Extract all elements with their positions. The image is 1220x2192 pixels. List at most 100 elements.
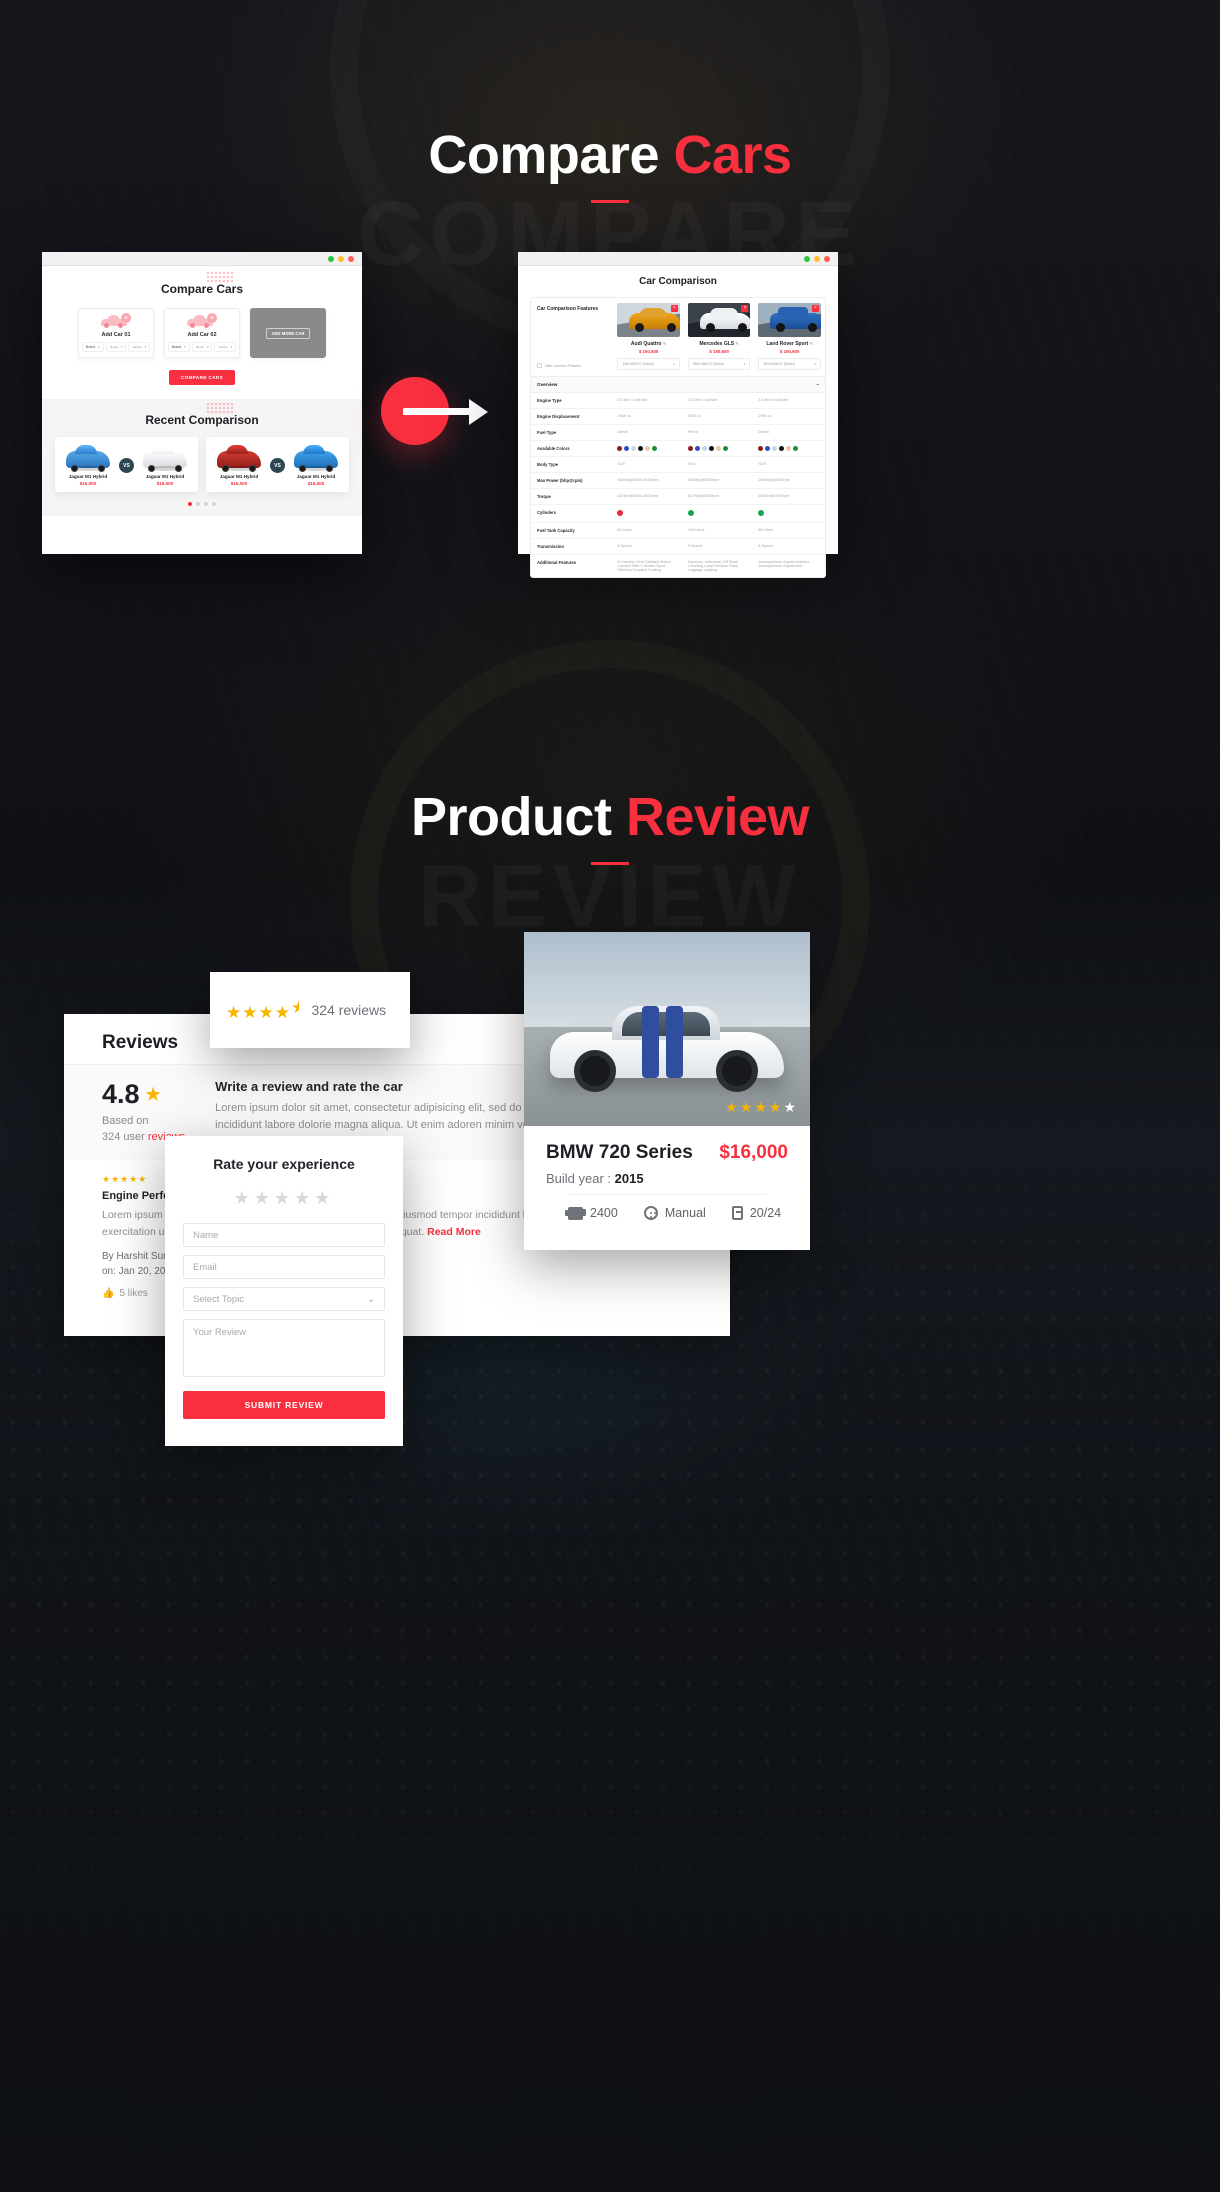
email-field[interactable]: Email <box>183 1255 385 1279</box>
color-swatch[interactable] <box>758 446 764 451</box>
recent-comparison-card[interactable]: Jaguar M1 Hybrid $16,000 VS Jaguar M1 Hy… <box>55 437 198 492</box>
car-card-info: BMW 720 Series $16,000 Build year : 2015… <box>524 1126 810 1250</box>
comparison-row-value <box>613 441 684 456</box>
color-swatch[interactable] <box>701 446 707 451</box>
carousel-dot[interactable] <box>204 502 208 506</box>
variant-select[interactable]: 350d 4MATIC (Diesel) ▾ <box>687 358 751 370</box>
car-name: Jaguar M1 Hybrid <box>145 474 185 479</box>
window-yellow-dot[interactable] <box>338 256 344 262</box>
car-comparison-mockup[interactable]: Car Comparison Car Comparison Features H… <box>518 252 838 578</box>
compare-section-title: Compare Cars <box>0 128 1220 203</box>
remove-car-icon[interactable]: × <box>811 305 819 312</box>
add-more-car-slot[interactable]: ADD MORE CAR <box>250 308 326 358</box>
color-swatch[interactable] <box>779 446 785 451</box>
carousel-pagination[interactable] <box>52 502 352 506</box>
comparison-row: Max Power (bhp@rpm) 448bhp@5000-6000rpm 54… <box>531 473 825 489</box>
car-name: Jaguar M1 Hybrid <box>219 474 259 479</box>
color-swatch[interactable] <box>793 446 799 451</box>
model-select-1[interactable]: Model ▾ <box>105 341 127 352</box>
section-row-label: Overview <box>537 382 558 387</box>
browser-titlebar <box>518 252 838 266</box>
name-field[interactable]: Name <box>183 1223 385 1247</box>
fuel-icon <box>731 1206 743 1220</box>
color-swatch[interactable] <box>765 446 771 451</box>
variant-select-2[interactable]: Variant ▾ <box>214 341 237 352</box>
comparison-row: Fuel Type Diesel Petrol Diesel <box>531 425 825 441</box>
comparison-row-value: Petrol <box>687 430 698 434</box>
color-swatch[interactable] <box>624 446 630 451</box>
review-textarea[interactable]: Your Review <box>183 1319 385 1377</box>
comparison-row-value: 8 Speed <box>758 544 773 548</box>
edit-icon[interactable]: ✎ <box>810 341 813 346</box>
color-swatch[interactable] <box>645 446 651 451</box>
flag-dots-icon <box>206 402 234 415</box>
window-yellow-dot[interactable] <box>814 256 820 262</box>
car-hero-image: ★★★★★ <box>524 932 810 1126</box>
add-car-slot-2[interactable]: + Add Car 02 Brand ▾ Model ▾ Variant ▾ <box>164 308 240 358</box>
car-photo: × <box>758 303 821 337</box>
color-swatch[interactable] <box>631 446 637 451</box>
compare-cars-mockup[interactable]: Compare Cars + Add Car 01 Brand ▾ Model ▾ … <box>42 252 362 554</box>
carousel-dot-active[interactable] <box>188 502 192 506</box>
color-swatch[interactable] <box>772 446 778 451</box>
color-swatch[interactable] <box>722 446 728 451</box>
car-photo: × <box>687 303 751 337</box>
comparison-table: Car Comparison Features Hide Common Feat… <box>530 297 826 578</box>
comparison-row-value: 600Nm@2000rpm <box>758 494 790 498</box>
window-controls[interactable] <box>328 256 354 262</box>
car-price: $ 150,600 <box>638 349 659 354</box>
add-car-slot-1[interactable]: + Add Car 01 Brand ▾ Model ▾ Variant ▾ <box>78 308 154 358</box>
color-swatch[interactable] <box>652 446 658 451</box>
collapse-icon[interactable]: − <box>816 382 819 387</box>
carousel-dot[interactable] <box>196 502 200 506</box>
compare-cars-button[interactable]: COMPARE CARS <box>168 370 236 385</box>
comparison-row-label: Additional Features <box>537 560 577 565</box>
rating-summary-card: ★★★★★ 324 reviews <box>210 972 410 1048</box>
comparison-row-value: SUV <box>758 462 767 466</box>
color-swatch[interactable] <box>786 446 792 451</box>
car-spec-transmission: Manual <box>643 1206 706 1220</box>
brand-select-1[interactable]: Brand ▾ <box>81 341 104 352</box>
variant-select[interactable]: 350d 4MATIC (Diesel) ▾ <box>758 358 821 370</box>
comparison-car-1: × Audi Quattro ✎ $ 150,600 350d 4MATIC (… <box>613 298 684 376</box>
submit-review-button[interactable]: SUBMIT REVIEW <box>183 1391 385 1419</box>
color-swatch[interactable] <box>708 446 714 451</box>
window-red-dot[interactable] <box>348 256 354 262</box>
topic-select[interactable]: Select Topic ⌄ <box>183 1287 385 1311</box>
color-swatch[interactable] <box>687 446 693 451</box>
read-more-link[interactable]: Read More <box>427 1226 481 1238</box>
car-comparison-heading: Car Comparison <box>639 276 717 287</box>
comparison-row-value: 2.0 litre 4 cylinder <box>617 398 648 402</box>
window-controls[interactable] <box>804 256 830 262</box>
carousel-dot[interactable] <box>212 502 216 506</box>
window-red-dot[interactable] <box>824 256 830 262</box>
browser-titlebar <box>42 252 362 266</box>
comparison-section-row[interactable]: Overview − <box>531 377 825 393</box>
color-swatch[interactable] <box>694 446 700 451</box>
compare-cars-top: Compare Cars + Add Car 01 Brand ▾ Model ▾ … <box>42 266 362 399</box>
variant-select[interactable]: 350d 4MATIC (Diesel) ▴ <box>617 358 680 370</box>
color-swatch[interactable] <box>638 446 644 451</box>
brand-select-2[interactable]: Brand ▾ <box>167 341 190 352</box>
model-select-2[interactable]: Model ▾ <box>191 341 213 352</box>
rate-form-heading: Rate your experience <box>213 1156 355 1172</box>
variant-select-1[interactable]: Variant ▾ <box>128 341 151 352</box>
remove-car-icon[interactable]: × <box>741 305 749 312</box>
engine-icon <box>565 1206 586 1220</box>
edit-icon[interactable]: ✎ <box>736 341 739 346</box>
hide-common-features-checkbox[interactable]: Hide Common Features <box>537 363 607 368</box>
edit-icon[interactable]: ✎ <box>663 341 666 346</box>
rate-stars-input[interactable]: ★★★★★ <box>183 1188 385 1209</box>
comparison-row-value: 8 Function Seat Detailed Select Comfort … <box>617 560 671 572</box>
car-photo <box>214 445 264 472</box>
remove-car-icon[interactable]: × <box>670 305 678 312</box>
recent-comparison-card[interactable]: Jaguar M1 Hybrid $16,000 VS Jaguar M1 Hy… <box>206 437 349 492</box>
color-swatch[interactable] <box>715 446 721 451</box>
comparison-car-3: × Land Rover Sport ✎ $ 150,600 350d 4MAT… <box>754 298 825 376</box>
color-swatch[interactable] <box>617 446 623 451</box>
add-car-icon: + <box>187 312 217 328</box>
window-green-dot[interactable] <box>328 256 334 262</box>
window-green-dot[interactable] <box>804 256 810 262</box>
comparison-row-value: 9 Speed <box>687 544 703 548</box>
checkbox-box[interactable] <box>537 363 542 368</box>
